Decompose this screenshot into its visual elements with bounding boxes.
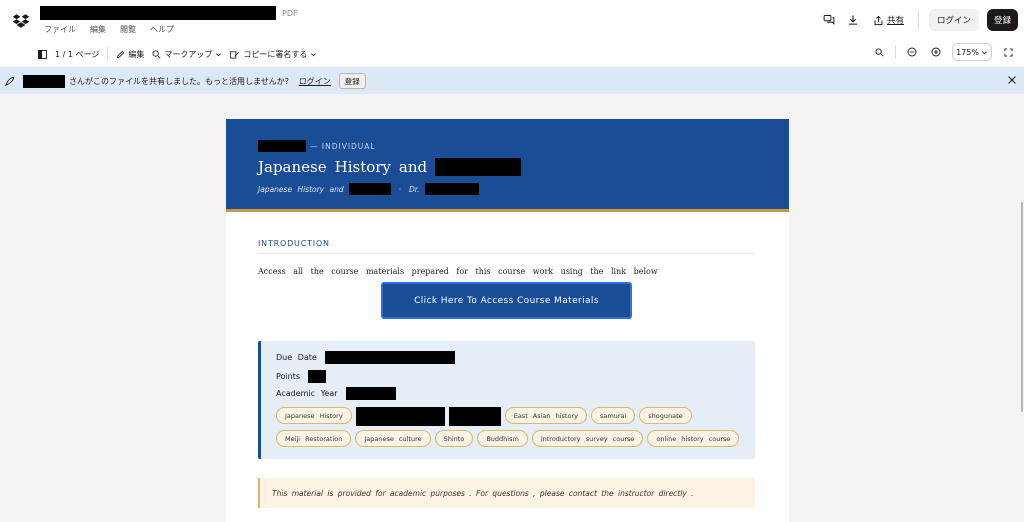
chevron-down-icon: [981, 50, 987, 54]
page-indicator: 1 / 1 ページ: [55, 49, 100, 59]
toolbar-right: 175%: [871, 43, 1016, 61]
header-gold-rule: [226, 209, 789, 212]
academic-year-label: Academic Year: [276, 389, 338, 398]
tag: samurai: [590, 407, 636, 424]
edit-label: 編集: [128, 49, 145, 59]
document-toolbar: 1 / 1 ページ 編集 マークアップ コピーに署名する 175%: [0, 42, 1024, 66]
scrollbar[interactable]: [1021, 202, 1023, 412]
chevron-down-icon: [311, 52, 317, 56]
due-date-redacted: [324, 351, 455, 364]
banner-content: さんがこのファイルを共有しました。もっと活用しませんか？ ログイン 登録: [4, 73, 366, 89]
sharer-name-redacted: [23, 74, 65, 88]
keyword-tags: Japanese History East Asian history samu…: [276, 407, 746, 447]
tag: shogunate: [639, 407, 692, 424]
subtitle-text: Japanese History and: [258, 184, 344, 194]
share-notice-banner: さんがこのファイルを共有しました。もっと活用しませんか？ ログイン 登録: [0, 67, 1024, 94]
zoom-level-value: 175%: [956, 47, 979, 57]
zoom-level-dropdown[interactable]: 175%: [952, 43, 992, 61]
menu-view[interactable]: 閲覧: [120, 24, 136, 35]
share-button[interactable]: 共有: [869, 14, 908, 26]
subtitle-redacted: [348, 183, 391, 195]
edit-button[interactable]: 編集: [116, 46, 144, 62]
points-redacted: [308, 370, 327, 383]
tag: Buddhism: [477, 430, 528, 447]
tag: Shinto: [434, 430, 474, 447]
zoom-out-icon[interactable]: [904, 44, 920, 60]
menu-file[interactable]: ファイル: [44, 24, 76, 35]
document-title: Japanese History and: [258, 158, 522, 176]
banner-login-link[interactable]: ログイン: [299, 76, 331, 87]
header-actions: 共有 ログイン 登録: [821, 9, 1018, 31]
close-icon[interactable]: [1007, 75, 1017, 85]
banner-message: さんがこのファイルを共有しました。もっと活用しませんか？: [69, 76, 293, 86]
title-word: History: [334, 158, 391, 176]
tag: East Asian history: [504, 407, 587, 424]
course-code-redacted: [258, 140, 306, 152]
banner-register-button[interactable]: 登録: [338, 73, 366, 89]
document-header: — INDIVIDUAL Japanese History and Japane…: [226, 119, 789, 212]
menu-help[interactable]: ヘルプ: [150, 24, 174, 35]
search-icon[interactable]: [871, 44, 887, 60]
fullscreen-icon[interactable]: [1000, 44, 1016, 60]
sign-copy-dropdown[interactable]: コピーに署名する: [230, 46, 317, 62]
download-icon[interactable]: [845, 12, 861, 28]
tag: online history course: [647, 430, 740, 447]
tag: introductory survey course: [531, 430, 644, 447]
section-heading: INTRODUCTION: [258, 239, 330, 248]
document-viewer[interactable]: — INDIVIDUAL Japanese History and Japane…: [0, 94, 1024, 522]
instructor-name-redacted: [424, 183, 479, 195]
file-type-label: PDF: [282, 9, 298, 18]
academic-notice: This material is provided for academic p…: [258, 478, 755, 508]
divider: [917, 11, 919, 29]
document-subtitle: Japanese History and · Dr.: [258, 183, 479, 195]
markup-dropdown[interactable]: マークアップ: [152, 46, 222, 62]
title-redacted: [435, 158, 522, 176]
title-word: and: [398, 158, 428, 176]
header-kicker: — INDIVIDUAL: [258, 140, 376, 152]
access-course-materials-button[interactable]: Click Here To Access Course Materials: [381, 282, 632, 319]
menu-bar: ファイル 編集 閲覧 ヘルプ: [44, 24, 174, 35]
chevron-down-icon: [216, 52, 222, 56]
due-date-label: Due Date: [276, 353, 317, 362]
kicker-text: — INDIVIDUAL: [310, 141, 376, 151]
login-button[interactable]: ログイン: [928, 9, 979, 31]
tag: Japanese History: [276, 407, 352, 424]
pencil-icon: [117, 50, 125, 58]
academic-year-redacted: [345, 387, 396, 400]
share-icon: [874, 15, 883, 25]
register-button[interactable]: 登録: [986, 9, 1018, 31]
assignment-info-box: Due Date Points Academic Year Japanese H…: [258, 341, 755, 459]
document-title-redacted: [40, 6, 276, 20]
divider: [895, 45, 896, 59]
app-header: PDF ファイル 編集 閲覧 ヘルプ 共有 ログイン 登録: [0, 0, 1024, 42]
markup-search-icon: [152, 49, 161, 58]
points-label: Points: [276, 372, 301, 381]
dropbox-logo-icon[interactable]: [12, 12, 30, 30]
menu-edit[interactable]: 編集: [90, 24, 106, 35]
sign-label: コピーに署名する: [243, 49, 308, 59]
share-label: 共有: [886, 16, 904, 26]
subtitle-dr: Dr.: [409, 184, 420, 194]
rocket-icon: [4, 76, 15, 86]
divider: [258, 253, 755, 254]
sidebar-toggle-button[interactable]: [38, 46, 47, 62]
markup-label: マークアップ: [164, 49, 213, 59]
academic-year-row: Academic Year: [276, 387, 396, 400]
divider: [107, 47, 109, 61]
tag-redacted: [448, 407, 501, 426]
tag-redacted: [355, 407, 445, 426]
toolbar-left: 1 / 1 ページ 編集 マークアップ コピーに署名する: [38, 46, 317, 62]
subtitle-separator: ·: [398, 184, 402, 194]
title-word: Japanese: [258, 158, 327, 176]
tag: Japanese culture: [355, 430, 431, 447]
tag: Meiji Restoration: [276, 430, 352, 447]
comments-icon[interactable]: [821, 12, 837, 28]
points-row: Points: [276, 370, 327, 383]
sidebar-toggle-icon: [38, 49, 47, 59]
intro-paragraph: Access all the course materials prepared…: [258, 267, 658, 276]
due-date-row: Due Date: [276, 351, 455, 364]
pdf-page: — INDIVIDUAL Japanese History and Japane…: [226, 119, 789, 522]
zoom-in-icon[interactable]: [928, 44, 944, 60]
signature-icon: [230, 50, 240, 59]
